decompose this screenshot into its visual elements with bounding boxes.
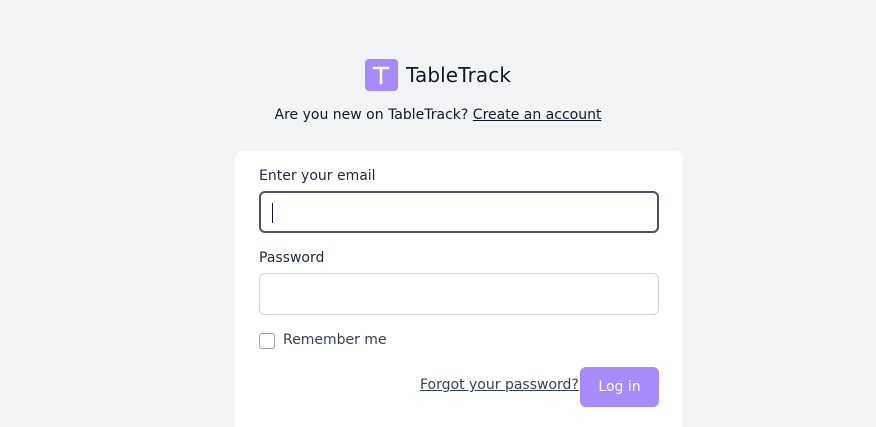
login-button[interactable]: Log in: [580, 367, 659, 407]
forgot-password-link[interactable]: Forgot your password?: [420, 377, 579, 393]
login-page: TableTrack Are you new on TableTrack? Cr…: [0, 0, 876, 427]
login-card: Enter your email Password Remember me Fo…: [235, 151, 683, 427]
text-caret: [272, 203, 273, 223]
signup-prompt-text: Are you new on TableTrack?: [274, 107, 469, 123]
password-field[interactable]: [259, 273, 659, 315]
password-label: Password: [259, 250, 325, 266]
brand-header: TableTrack: [0, 59, 876, 91]
remember-me-label[interactable]: Remember me: [283, 332, 387, 348]
email-label: Enter your email: [259, 168, 376, 184]
email-field[interactable]: [259, 191, 659, 233]
create-account-link[interactable]: Create an account: [473, 107, 602, 123]
logo-t-icon: [373, 66, 390, 85]
app-logo: [364, 59, 398, 91]
app-name: TableTrack: [405, 63, 512, 87]
remember-me-checkbox[interactable]: [259, 333, 275, 349]
signup-prompt-line: Are you new on TableTrack? Create an acc…: [0, 107, 876, 123]
